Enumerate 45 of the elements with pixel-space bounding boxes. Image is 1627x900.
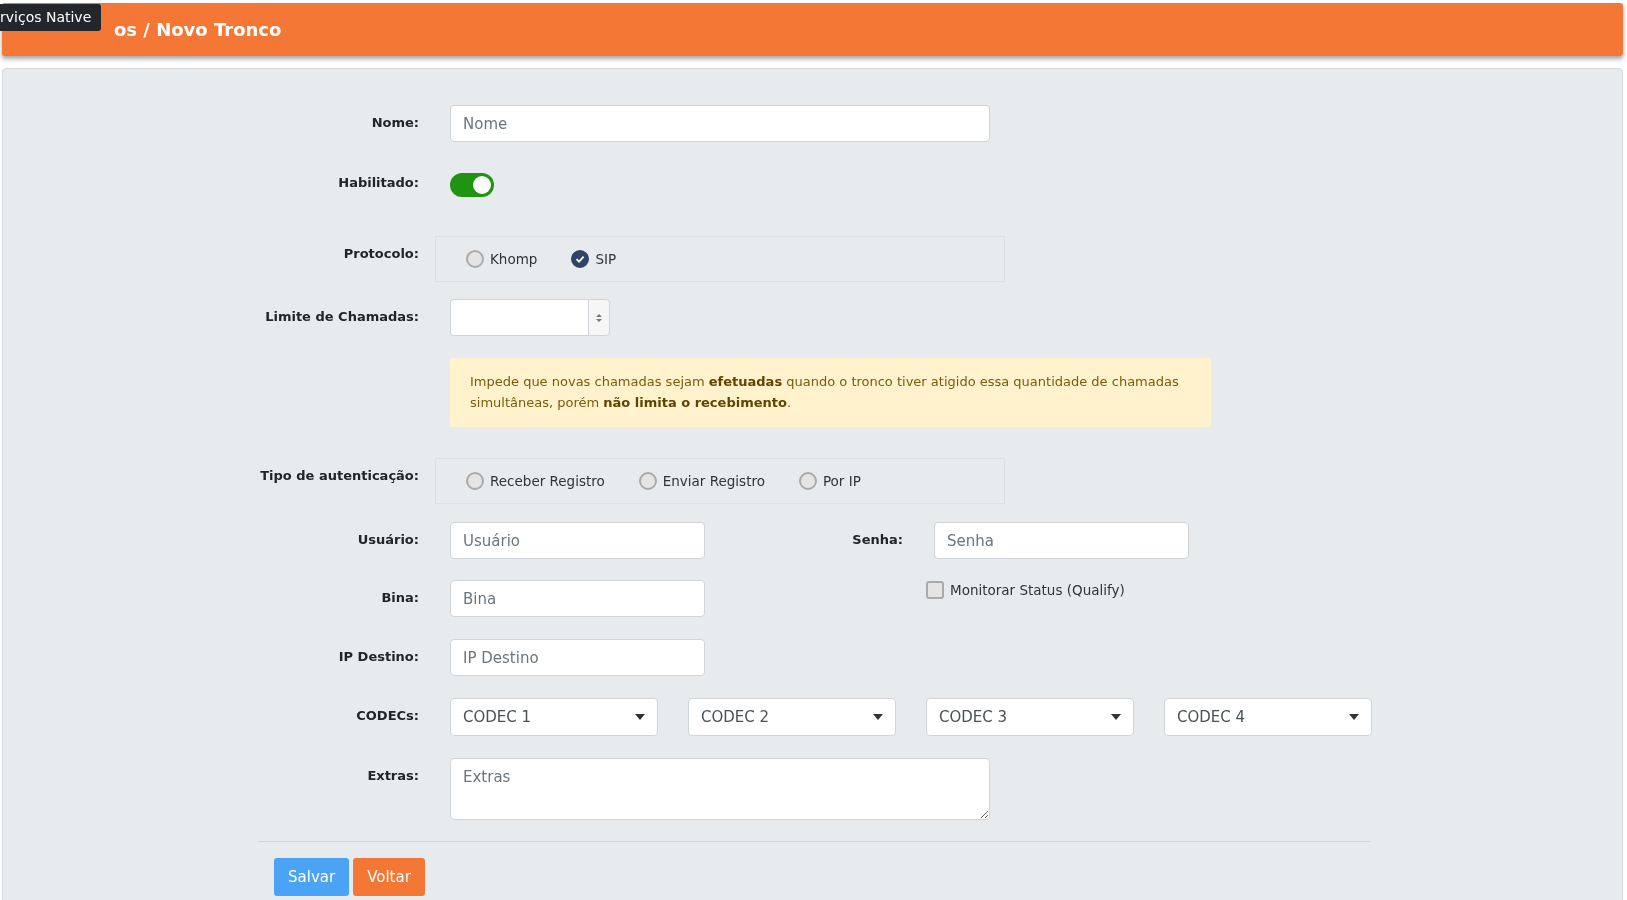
info-alert: Impede que novas chamadas sejam efetuadas quando o tronco tiver atigido essa quantidade de chamadas simultâneas, porém não limita o recebimento. <box>450 358 1211 427</box>
radio-option[interactable]: SIP <box>571 250 617 268</box>
page-title: os / Novo Tronco <box>114 19 282 40</box>
field-label: Habilitado: <box>337 174 419 190</box>
field-label: Extras: <box>366 767 419 783</box>
radio-option[interactable]: Por IP <box>798 472 861 490</box>
user-input[interactable]: Usuário <box>450 522 705 559</box>
codec-select[interactable]: CODEC 1 <box>450 698 658 736</box>
caret-icon <box>1111 714 1121 720</box>
name-input[interactable]: Nome <box>450 105 990 142</box>
codec-select[interactable]: CODEC 2 <box>688 698 896 736</box>
field-label: Bina: <box>380 589 419 605</box>
field-label: Tipo de autenticação: <box>259 467 419 483</box>
codec-select[interactable]: CODEC 4 <box>1164 698 1372 736</box>
radio-button[interactable] <box>571 250 590 268</box>
password-input[interactable]: Senha <box>934 522 1189 559</box>
codec-select[interactable]: CODEC 3 <box>926 698 1134 736</box>
radio-button[interactable] <box>798 472 817 490</box>
field-label: IP Destino: <box>337 648 419 664</box>
caret-icon <box>873 714 883 720</box>
toggle-switch[interactable] <box>450 173 494 197</box>
check-icon <box>575 254 586 264</box>
field-label: Nome: <box>370 114 419 130</box>
field-label: Limite de Chamadas: <box>264 308 419 324</box>
radio-button[interactable] <box>466 250 484 268</box>
radio-option[interactable]: Enviar Registro <box>638 472 765 490</box>
caret-icon <box>635 714 645 720</box>
checkbox-option[interactable]: Monitorar Status (Qualify) <box>926 581 1125 599</box>
tooltip: rviços Native <box>0 4 102 31</box>
ip-input[interactable]: IP Destino <box>450 639 705 676</box>
extras-textarea[interactable]: Extras <box>450 758 990 820</box>
bina-input[interactable]: Bina <box>450 580 705 617</box>
field-label: Protocolo: <box>342 245 419 261</box>
number-input[interactable] <box>450 299 588 336</box>
radio-button[interactable] <box>466 472 484 490</box>
field-label: Senha: <box>851 531 903 547</box>
field-label: CODECs: <box>355 707 419 723</box>
caret-icon <box>1349 714 1359 720</box>
spinner-button[interactable] <box>588 299 610 336</box>
field-label: Usuário: <box>356 531 419 547</box>
radio-option[interactable]: Khomp <box>466 250 538 268</box>
checkbox[interactable] <box>926 581 944 599</box>
radio-option[interactable]: Receber Registro <box>466 472 605 490</box>
spinner-icon[interactable] <box>596 312 602 323</box>
radio-button[interactable] <box>638 472 657 490</box>
